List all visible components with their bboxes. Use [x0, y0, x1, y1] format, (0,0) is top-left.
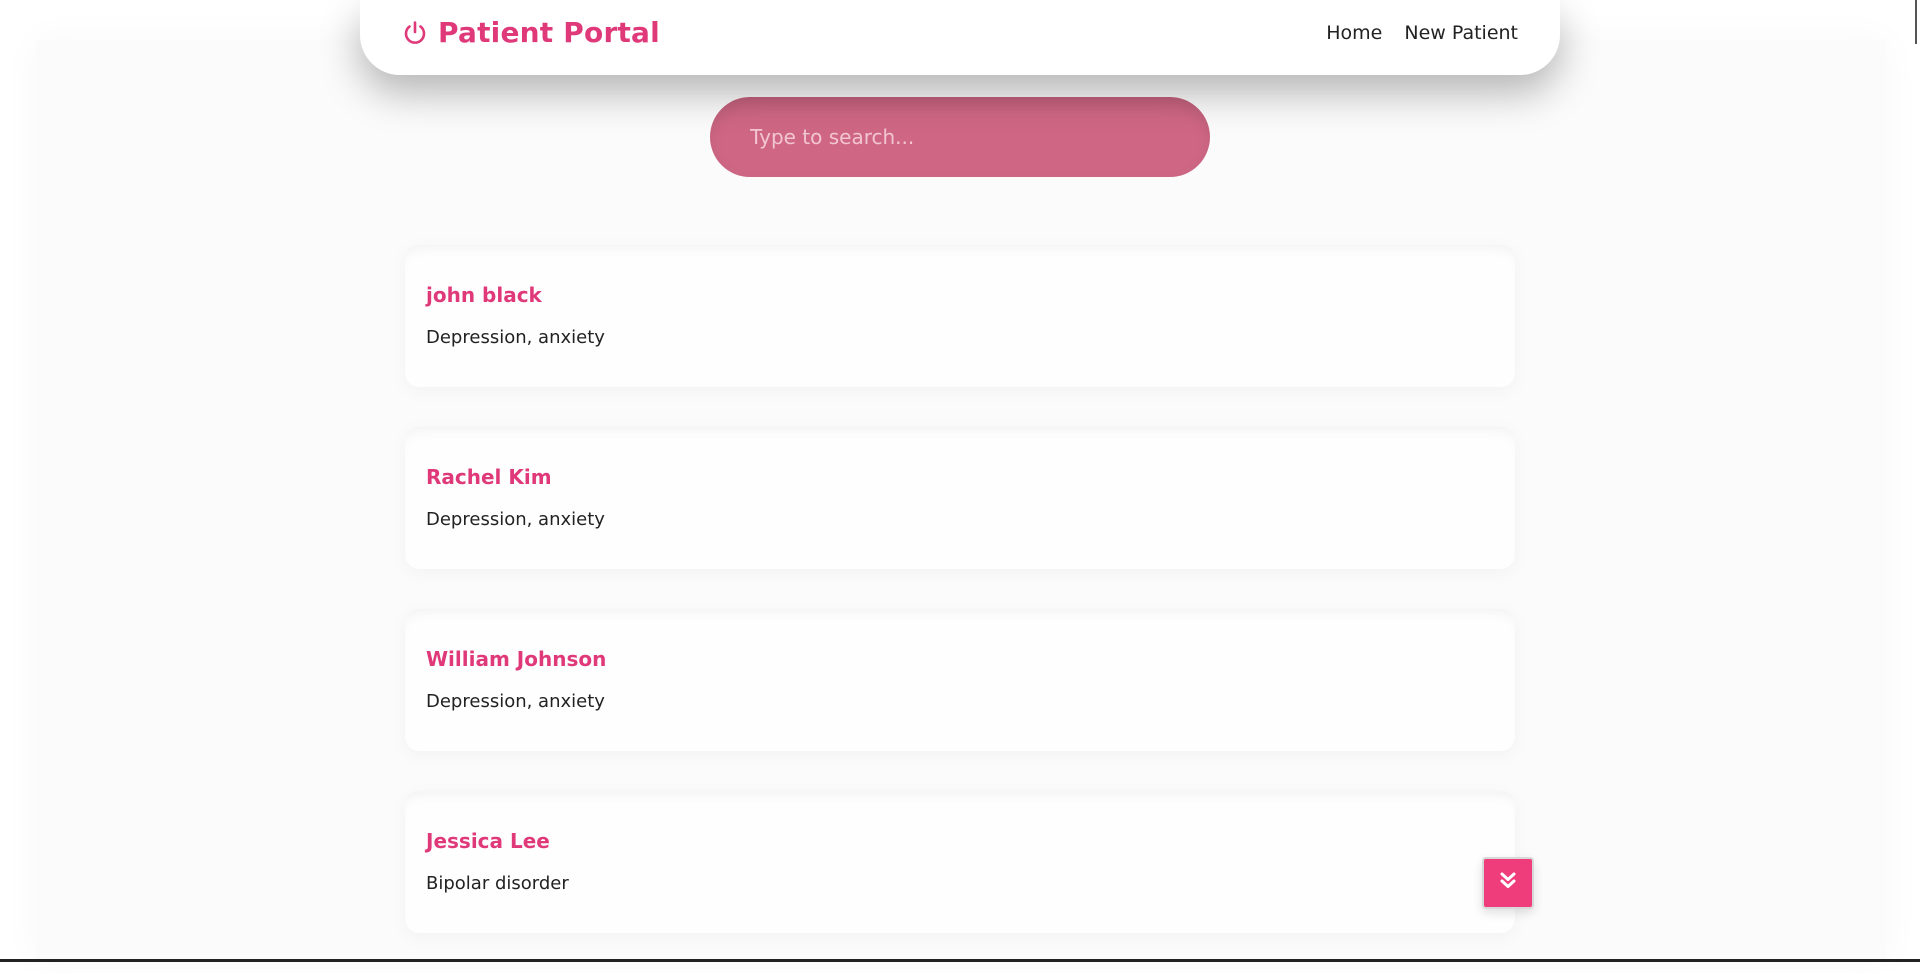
navbar: Patient Portal Home New Patient: [360, 0, 1560, 75]
patient-card[interactable]: William Johnson Depression, anxiety: [405, 609, 1515, 751]
nav-links: Home New Patient: [1326, 22, 1518, 44]
chevron-double-down-icon: [1498, 871, 1518, 895]
scrollbar[interactable]: [1915, 0, 1917, 44]
scroll-down-button[interactable]: [1482, 857, 1534, 909]
patient-name[interactable]: Jessica Lee: [426, 829, 550, 853]
nav-link-new-patient[interactable]: New Patient: [1404, 22, 1518, 44]
search-input[interactable]: [710, 97, 1210, 177]
patient-list: john black Depression, anxiety Rachel Ki…: [405, 245, 1515, 973]
patient-name[interactable]: john black: [426, 283, 542, 307]
patient-card[interactable]: Jessica Lee Bipolar disorder: [405, 791, 1515, 933]
power-icon: [402, 20, 428, 46]
patient-condition: Depression, anxiety: [426, 691, 605, 712]
patient-name[interactable]: Rachel Kim: [426, 465, 552, 489]
patient-condition: Depression, anxiety: [426, 327, 605, 348]
app-title: Patient Portal: [438, 16, 660, 49]
patient-condition: Bipolar disorder: [426, 873, 569, 894]
nav-link-home[interactable]: Home: [1326, 22, 1382, 44]
patient-condition: Depression, anxiety: [426, 509, 605, 530]
brand-link[interactable]: Patient Portal: [402, 16, 660, 49]
search-bar: [710, 97, 1210, 177]
patient-card[interactable]: Rachel Kim Depression, anxiety: [405, 427, 1515, 569]
patient-name[interactable]: William Johnson: [426, 647, 606, 671]
patient-card[interactable]: john black Depression, anxiety: [405, 245, 1515, 387]
